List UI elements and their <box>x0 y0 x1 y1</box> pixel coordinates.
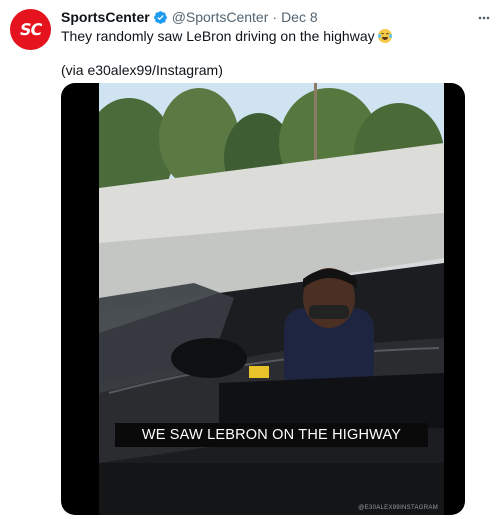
more-options-icon[interactable] <box>474 8 494 28</box>
tweet-source-line: (via e30alex99/Instagram) <box>61 62 223 78</box>
tweet-text-line: They randomly saw LeBron driving on the … <box>61 27 491 45</box>
face-with-tears-of-joy-icon <box>377 29 392 43</box>
handle[interactable]: @SportsCenter <box>172 8 269 26</box>
tweet-header: SportsCenter @SportsCenter · Dec 8 <box>61 8 318 26</box>
sportscenter-logo: SC <box>18 20 43 39</box>
separator-dot: · <box>272 9 278 25</box>
tweet-date[interactable]: Dec 8 <box>281 8 318 26</box>
video-frame[interactable]: WE SAW LEBRON ON THE HIGHWAY @E30ALEX99I… <box>99 83 444 515</box>
tweet-text-main: They randomly saw LeBron driving on the … <box>61 28 375 44</box>
display-name[interactable]: SportsCenter <box>61 8 150 26</box>
video-still-image <box>99 83 444 515</box>
video-player[interactable]: WE SAW LEBRON ON THE HIGHWAY @E30ALEX99I… <box>61 83 465 515</box>
avatar[interactable]: SC <box>10 9 51 50</box>
video-watermark: @E30ALEX99INSTAGRAM <box>358 505 438 511</box>
verified-badge-icon <box>153 10 168 25</box>
tweet[interactable]: SC SportsCenter @SportsCenter · Dec 8 Th… <box>0 0 500 519</box>
tweet-text: They randomly saw LeBron driving on the … <box>61 27 491 79</box>
video-caption: WE SAW LEBRON ON THE HIGHWAY <box>115 423 428 447</box>
